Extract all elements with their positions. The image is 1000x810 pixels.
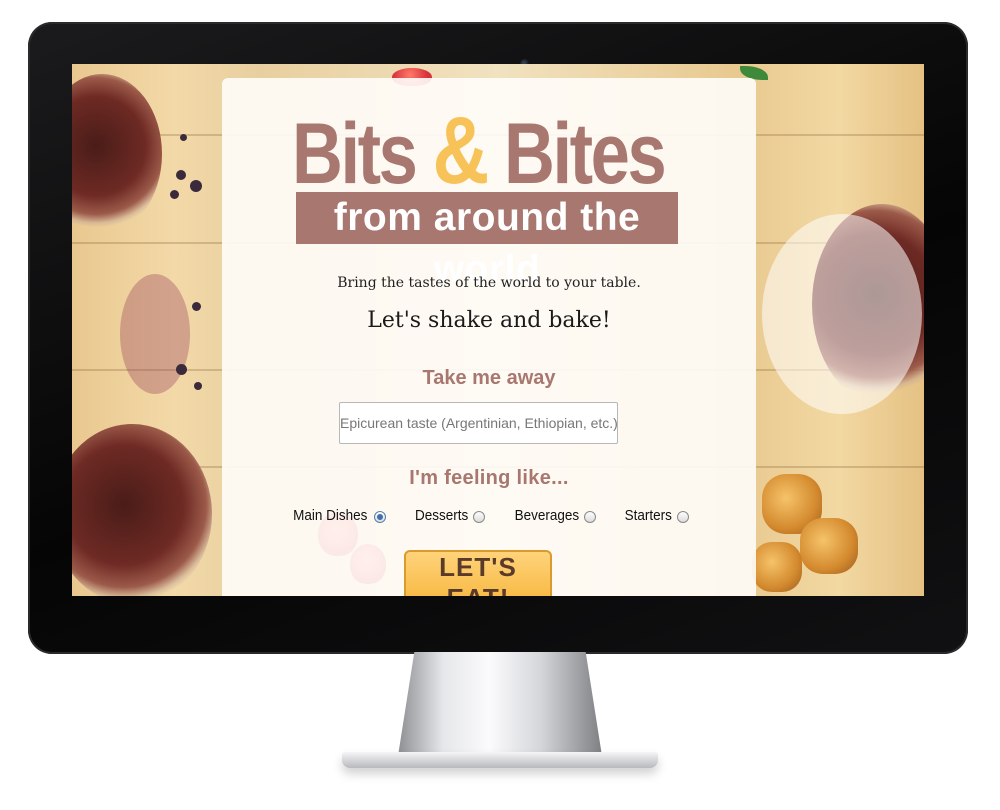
- cookie: [800, 518, 858, 574]
- logo-title: Bits & Bites: [292, 102, 667, 203]
- wine-glass-image: [72, 74, 162, 234]
- radio-label: Main Dishes: [293, 506, 368, 524]
- meal-type-radio-group: Main Dishes Desserts Beverages Starters: [222, 504, 756, 526]
- motto: Let's shake and bake!: [367, 308, 611, 333]
- wine-glass-image: [72, 424, 212, 596]
- radio-option-main-dishes[interactable]: Main Dishes: [289, 504, 386, 526]
- radio-option-starters[interactable]: Starters: [622, 504, 689, 526]
- berry: [176, 170, 186, 180]
- berry: [176, 364, 187, 375]
- site-card: Bits & Bites from around the world Bring…: [222, 78, 756, 596]
- logo-ampersand: &: [432, 97, 490, 204]
- logo-word-bits: Bits: [292, 106, 418, 202]
- cookie: [752, 542, 802, 592]
- radio-label: Beverages: [514, 506, 579, 524]
- berry: [192, 302, 201, 311]
- radio-label: Desserts: [414, 506, 468, 524]
- lets-eat-button[interactable]: LET'S EAT!: [404, 550, 552, 596]
- radio-button[interactable]: [584, 510, 597, 523]
- radio-option-beverages[interactable]: Beverages: [511, 504, 597, 526]
- radio-button[interactable]: [472, 510, 485, 523]
- radio-option-desserts[interactable]: Desserts: [412, 504, 485, 526]
- berry-smear: [120, 274, 190, 394]
- berry: [194, 382, 202, 390]
- cuisine-search-input[interactable]: [339, 402, 618, 444]
- logo-subtitle-banner: from around the world: [296, 192, 678, 291]
- search-label: Take me away: [422, 367, 556, 389]
- screen: Bits & Bites from around the world Bring…: [72, 64, 924, 596]
- tagline: Bring the tastes of the world to your ta…: [337, 275, 641, 291]
- berry: [180, 134, 187, 141]
- berry: [170, 190, 179, 199]
- feeling-label: I'm feeling like...: [409, 467, 569, 489]
- berry: [190, 180, 202, 192]
- monitor-stand-neck: [398, 652, 602, 756]
- radio-button[interactable]: [373, 510, 386, 523]
- radio-label: Starters: [625, 506, 673, 524]
- glass-plate: [762, 214, 922, 414]
- logo-word-bites: Bites: [504, 106, 667, 202]
- monitor-stand-base: [342, 752, 658, 768]
- radio-button[interactable]: [676, 510, 689, 523]
